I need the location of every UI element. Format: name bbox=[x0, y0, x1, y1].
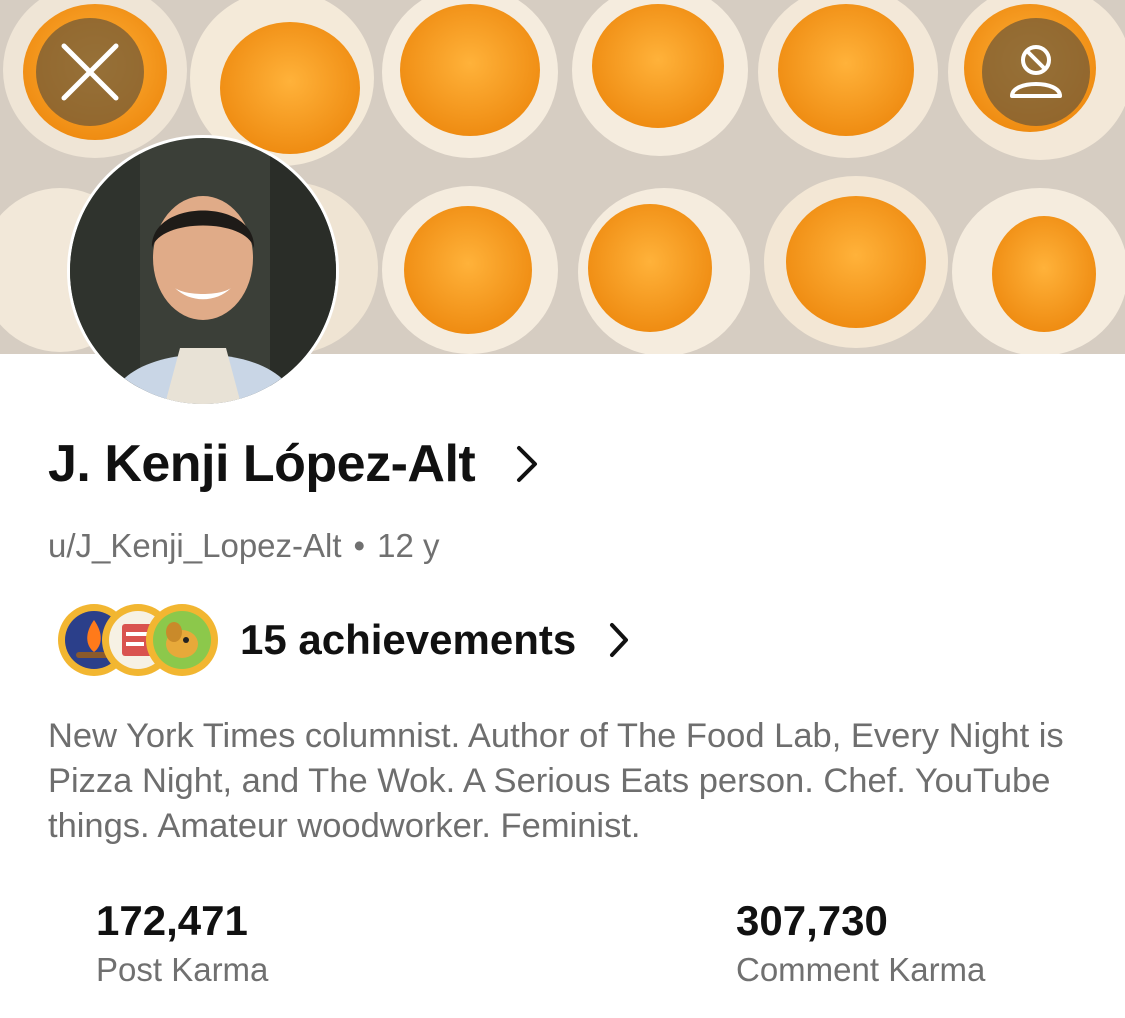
profile-options-button[interactable] bbox=[982, 18, 1090, 126]
comment-karma-label: Comment Karma bbox=[736, 951, 986, 988]
meta-separator: • bbox=[353, 527, 366, 564]
close-icon bbox=[61, 43, 119, 101]
profile-bio: New York Times columnist. Author of The … bbox=[48, 717, 1064, 845]
dog-badge-icon bbox=[146, 604, 218, 676]
post-karma-stat: 172,471 Post Karma bbox=[96, 896, 268, 994]
post-karma-label: Post Karma bbox=[96, 951, 269, 988]
account-age: 12 y bbox=[377, 527, 440, 564]
achievements-label: 15 achievements bbox=[240, 616, 577, 663]
avatar[interactable] bbox=[70, 138, 336, 404]
post-karma-value: 172,471 bbox=[96, 897, 248, 944]
user-blocked-icon bbox=[1010, 45, 1062, 98]
comment-karma-stat: 307,730 Comment Karma bbox=[736, 896, 985, 994]
achievements-row[interactable]: 15 achievements bbox=[56, 598, 630, 682]
close-button[interactable] bbox=[36, 18, 144, 126]
display-name-row[interactable]: J. Kenji López-Alt bbox=[48, 432, 539, 496]
comment-karma-value: 307,730 bbox=[736, 897, 888, 944]
chevron-right-icon bbox=[515, 444, 539, 484]
profile-meta: u/J_Kenji_Lopez-Alt • 12 y bbox=[48, 524, 439, 568]
display-name: J. Kenji López-Alt bbox=[48, 435, 476, 493]
username: u/J_Kenji_Lopez-Alt bbox=[48, 527, 342, 564]
avatar-photo bbox=[70, 138, 336, 404]
achievement-badges bbox=[56, 598, 220, 682]
chevron-right-icon bbox=[608, 621, 630, 659]
